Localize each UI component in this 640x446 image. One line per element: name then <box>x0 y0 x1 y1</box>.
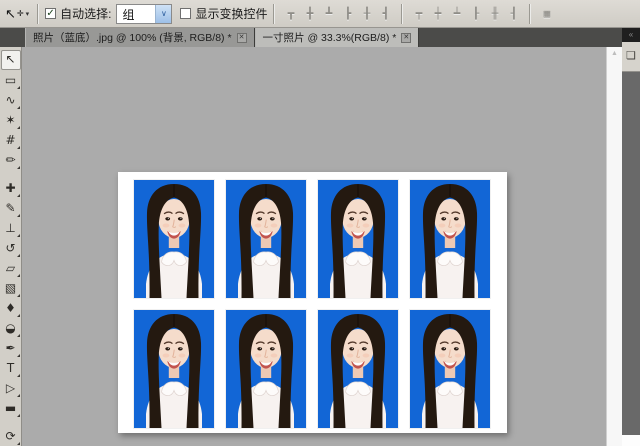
id-photo[interactable] <box>134 310 214 428</box>
show-transform-checkbox[interactable]: 显示变换控件 <box>180 5 267 22</box>
document-tab-bar: 照片（蓝底）.jpg @ 100% (背景, RGB/8) *✕一寸照片 @ 3… <box>0 28 622 47</box>
dock-collapse-icon[interactable]: « <box>622 28 640 42</box>
gradient-tool[interactable]: ▧ <box>1 278 21 298</box>
move-tool-icon: ↖ <box>5 7 16 20</box>
magic-wand-tool[interactable]: ✶ <box>1 110 21 130</box>
portrait-image <box>410 180 490 298</box>
align-top-edges-button[interactable]: ┳ <box>282 6 299 22</box>
path-selection-tool[interactable]: ▷ <box>1 378 21 398</box>
eraser-tool[interactable]: ▱ <box>1 258 21 278</box>
dropdown-value: 组 <box>117 5 155 23</box>
move-tool[interactable]: ↖ <box>1 50 21 70</box>
auto-align-layers-button[interactable]: ▦ <box>538 6 555 22</box>
id-photo[interactable] <box>318 310 398 428</box>
chevron-down-icon[interactable]: ∨ <box>155 5 171 23</box>
dock-body <box>622 72 640 435</box>
align-left-edges-button[interactable]: ┣ <box>339 6 356 22</box>
distribute-vertical-centers-button[interactable]: ┿ <box>429 6 446 22</box>
portrait-image <box>410 310 490 428</box>
tab-title: 照片（蓝底）.jpg @ 100% (背景, RGB/8) * <box>33 30 232 45</box>
panel-dock: « ❏ <box>622 28 640 446</box>
checkbox-unchecked-icon[interactable] <box>180 8 191 19</box>
collapsed-panel-icon[interactable]: ❏ <box>622 42 640 72</box>
document-canvas[interactable] <box>118 172 507 433</box>
scroll-up-icon[interactable]: ▲ <box>607 50 622 57</box>
rectangle-tool[interactable]: ▬ <box>1 398 21 418</box>
align-vertical-centers-button[interactable]: ╋ <box>301 6 318 22</box>
rectangular-marquee-tool[interactable]: ▭ <box>1 70 21 90</box>
auto-select-label: 自动选择: <box>60 5 111 22</box>
close-icon[interactable]: ✕ <box>401 33 411 43</box>
align-horizontal-centers-button[interactable]: ╂ <box>358 6 375 22</box>
portrait-image <box>226 310 306 428</box>
distribute-top-edges-button[interactable]: ┯ <box>410 6 427 22</box>
vertical-scrollbar[interactable]: ▲ <box>606 47 622 446</box>
blur-tool[interactable]: ♦ <box>1 298 21 318</box>
auto-select-checkbox[interactable]: ✓ 自动选择: <box>45 5 111 22</box>
spot-healing-brush-tool[interactable]: ✚ <box>1 178 21 198</box>
checkbox-checked-icon[interactable]: ✓ <box>45 8 56 19</box>
dock-footer <box>622 435 640 446</box>
id-photo[interactable] <box>226 180 306 298</box>
portrait-image <box>134 180 214 298</box>
tab-title: 一寸照片 @ 33.3%(RGB/8) * <box>263 30 397 45</box>
tool-options-bar: ↖✛ ▾ ✓ 自动选择: 组 ∨ 显示变换控件 ┳╋┻┣╂┫ ┯┿┷┠╫┨ ▦ <box>0 0 640 28</box>
eyedropper-tool[interactable]: ✏ <box>1 150 21 170</box>
crop-tool[interactable]: # <box>1 130 21 150</box>
tools-panel: ↖▭∿✶#✏✚✎⊥↺▱▧♦◒✒T▷▬⟳⊕ <box>0 47 22 446</box>
type-tool[interactable]: T <box>1 358 21 378</box>
align-distribute-group: ┳╋┻┣╂┫ ┯┿┷┠╫┨ ▦ <box>281 4 556 24</box>
id-photo[interactable] <box>226 310 306 428</box>
distribute-right-edges-button[interactable]: ┨ <box>505 6 522 22</box>
separator <box>37 4 39 24</box>
history-brush-tool[interactable]: ↺ <box>1 238 21 258</box>
document-tab[interactable]: 照片（蓝底）.jpg @ 100% (背景, RGB/8) * ✕ <box>25 28 255 47</box>
id-photo[interactable] <box>318 180 398 298</box>
pen-tool[interactable]: ✒ <box>1 338 21 358</box>
separator <box>529 4 531 24</box>
tool-preset-picker[interactable]: ↖✛ ▾ <box>3 6 31 21</box>
photoshop-window: ↖✛ ▾ ✓ 自动选择: 组 ∨ 显示变换控件 ┳╋┻┣╂┫┯┿┷┠╫┨▦ 照片… <box>0 0 640 446</box>
portrait-image <box>318 310 398 428</box>
3d-rotate-tool[interactable]: ⟳ <box>1 426 21 446</box>
document-tab[interactable]: 一寸照片 @ 33.3%(RGB/8) * ✕ <box>255 28 420 47</box>
show-transform-label: 显示变换控件 <box>195 5 267 22</box>
portrait-image <box>226 180 306 298</box>
close-icon[interactable]: ✕ <box>237 33 247 43</box>
align-bottom-edges-button[interactable]: ┻ <box>320 6 337 22</box>
distribute-left-edges-button[interactable]: ┠ <box>467 6 484 22</box>
move-cross-icon: ✛ <box>17 10 24 18</box>
canvas-pasteboard[interactable] <box>22 47 606 446</box>
separator <box>401 4 403 24</box>
align-right-edges-button[interactable]: ┫ <box>377 6 394 22</box>
id-photo[interactable] <box>410 310 490 428</box>
brush-tool[interactable]: ✎ <box>1 198 21 218</box>
distribute-bottom-edges-button[interactable]: ┷ <box>448 6 465 22</box>
dodge-tool[interactable]: ◒ <box>1 318 21 338</box>
distribute-horizontal-centers-button[interactable]: ╫ <box>486 6 503 22</box>
clone-stamp-tool[interactable]: ⊥ <box>1 218 21 238</box>
chevron-down-icon[interactable]: ▾ <box>26 10 30 18</box>
id-photo-sheet <box>118 172 507 433</box>
portrait-image <box>318 180 398 298</box>
separator <box>273 4 275 24</box>
portrait-image <box>134 310 214 428</box>
lasso-tool[interactable]: ∿ <box>1 90 21 110</box>
id-photo[interactable] <box>134 180 214 298</box>
id-photo[interactable] <box>410 180 490 298</box>
auto-select-mode-dropdown[interactable]: 组 ∨ <box>116 4 172 24</box>
